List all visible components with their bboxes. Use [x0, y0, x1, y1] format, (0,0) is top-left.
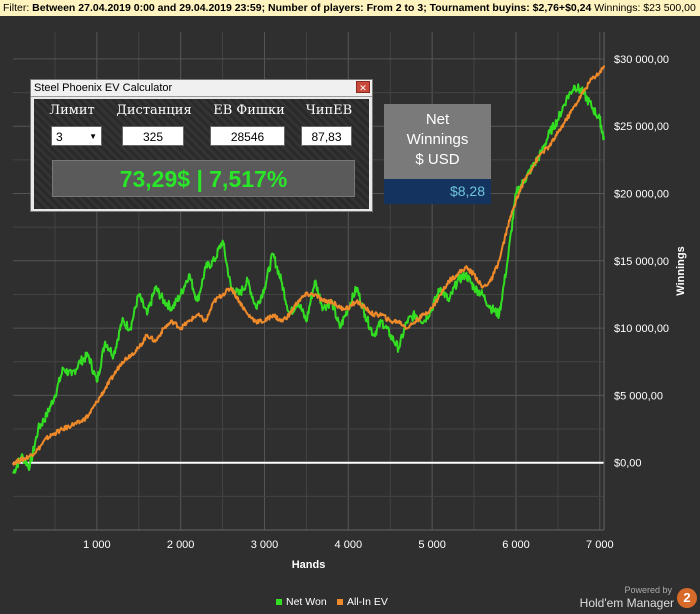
- x-tick-label: 7 000: [586, 539, 614, 551]
- net-winnings-header: Net Winnings $ USD: [384, 104, 491, 179]
- distance-label: Дистанция: [116, 103, 192, 118]
- net-winnings-line3: $ USD: [415, 151, 460, 168]
- powered-by-text: Powered by: [624, 585, 672, 595]
- calculator-title: Steel Phoenix EV Calculator: [34, 82, 173, 94]
- y-tick-label: $25 000,00: [614, 121, 669, 133]
- x-axis-label: Hands: [292, 559, 326, 571]
- x-tick-label: 5 000: [418, 539, 446, 551]
- legend-net-won[interactable]: Net Won: [276, 596, 327, 608]
- y-axis-label: Winnings: [675, 246, 687, 295]
- x-tick-label: 3 000: [251, 539, 279, 551]
- net-winnings-panel: Net Winnings $ USD $8,28: [384, 104, 491, 204]
- chip-ev-label: ЧипЕВ: [305, 103, 353, 118]
- brand-logo-icon: 2: [677, 588, 697, 608]
- calculator-body: Лимит Дистанция ЕВ Фишки ЧипЕВ 3 ▼ 325 2…: [34, 99, 369, 209]
- y-tick-label: $15 000,00: [614, 256, 669, 268]
- filter-label: Filter:: [3, 2, 30, 14]
- x-tick-label: 6 000: [502, 539, 530, 551]
- brand-name: Hold'em Manager: [579, 596, 674, 610]
- limit-value: 3: [56, 130, 63, 144]
- legend-allin-ev-label: All-In EV: [347, 596, 388, 608]
- chip-ev-field[interactable]: 87,83: [301, 126, 352, 146]
- y-tick-label: $0,00: [614, 458, 642, 470]
- x-tick-label: 2 000: [167, 539, 195, 551]
- distance-field[interactable]: 325: [122, 126, 184, 146]
- filter-bar: Filter: Between 27.04.2019 0:00 and 29.0…: [0, 0, 700, 16]
- limit-label: Лимит: [49, 103, 95, 118]
- chevron-down-icon: ▼: [89, 132, 97, 141]
- x-tick-label: 1 000: [83, 539, 111, 551]
- calculator-title-bar[interactable]: Steel Phoenix EV Calculator ✕: [31, 80, 372, 97]
- y-tick-label: $20 000,00: [614, 189, 669, 201]
- ev-chips-field[interactable]: 28546: [210, 126, 285, 146]
- ev-calculator-window[interactable]: Steel Phoenix EV Calculator ✕ Лимит Дист…: [30, 79, 373, 212]
- legend-net-won-label: Net Won: [286, 596, 327, 608]
- ev-result: 73,29$ | 7,517%: [52, 160, 355, 197]
- limit-select[interactable]: 3 ▼: [51, 126, 102, 146]
- winnings-total: Winnings: $23 500,00: [594, 2, 696, 14]
- net-winnings-value: $8,28: [384, 179, 491, 204]
- net-winnings-line2: Winnings: [406, 131, 469, 148]
- x-tick-label: 4 000: [335, 539, 363, 551]
- allin-ev-swatch: [337, 599, 343, 606]
- filter-text: Between 27.04.2019 0:00 and 29.04.2019 2…: [32, 2, 592, 14]
- y-tick-label: $30 000,00: [614, 54, 669, 66]
- ev-chips-label: ЕВ Фишки: [213, 103, 285, 118]
- legend-allin-ev[interactable]: All-In EV: [337, 596, 388, 608]
- close-icon[interactable]: ✕: [356, 81, 370, 93]
- y-tick-label: $10 000,00: [614, 323, 669, 335]
- net-won-swatch: [276, 599, 282, 606]
- y-tick-label: $5 000,00: [614, 390, 663, 402]
- net-winnings-line1: Net: [425, 111, 450, 128]
